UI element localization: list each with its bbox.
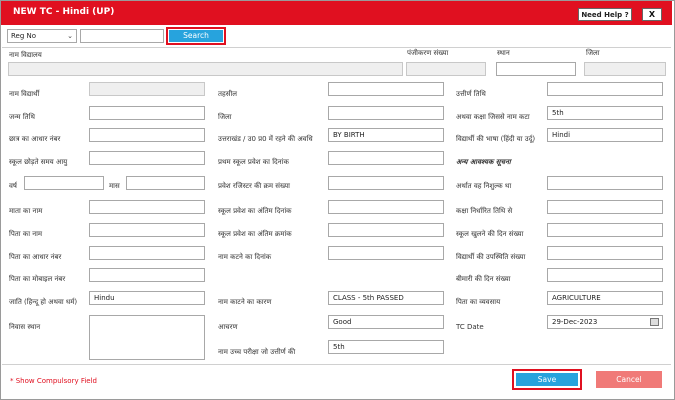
registration-no-field <box>406 62 486 76</box>
class-fixed-date-input[interactable] <box>547 200 663 214</box>
admission-register-no-input[interactable] <box>328 176 444 190</box>
name-struck-reason-input[interactable]: CLASS - 5th PASSED <box>328 291 444 305</box>
mother-name-label: माता का नाम <box>9 207 43 215</box>
admission-register-no-label: प्रवेश रजिस्टर की क्रम संख्या <box>218 182 290 190</box>
caste-label: जाति (हिन्दू हो अथवा धर्म) <box>9 298 78 306</box>
dob-label: जन्म तिथि <box>9 113 35 121</box>
sick-days-input[interactable] <box>547 268 663 282</box>
search-type-select[interactable]: Reg No ⌄ <box>7 29 77 43</box>
search-type-value: Reg No <box>11 32 37 40</box>
residency-period-label: उत्तराखंड / उ0 प्र0 में रहने की अवधि <box>218 135 313 143</box>
higher-exam-input[interactable]: 5th <box>328 340 444 354</box>
language-label: विद्यार्थी की भाषा (हिंदी या उर्दू) <box>456 135 536 143</box>
first-admission-date-input[interactable] <box>328 151 444 165</box>
father-occupation-input[interactable]: AGRICULTURE <box>547 291 663 305</box>
footer-divider <box>2 364 671 365</box>
aadhar-label: छात्र का आधार नंबर <box>9 135 61 143</box>
save-button[interactable]: Save <box>516 373 578 386</box>
month-input[interactable] <box>126 176 205 190</box>
last-admission-date-input[interactable] <box>328 200 444 214</box>
age-leaving-input[interactable] <box>89 151 205 165</box>
student-name-field <box>89 82 205 96</box>
first-admission-date-label: प्रथम स्कूल प्रवेश का दिनांक <box>218 158 289 166</box>
window-title: NEW TC - Hindi (UP) <box>13 7 115 17</box>
caste-input[interactable]: Hindu <box>89 291 205 305</box>
mother-name-input[interactable] <box>89 200 205 214</box>
father-name-input[interactable] <box>89 223 205 237</box>
last-admission-date-label: स्कूल प्रवेश का अंतिम दिनांक <box>218 207 292 215</box>
calendar-icon[interactable] <box>650 318 659 326</box>
school-name-field <box>8 62 403 76</box>
cancel-button[interactable]: Cancel <box>596 371 662 388</box>
age-leaving-label: स्कूल छोड़ते समय आयु <box>9 158 68 166</box>
save-button-highlight: Save <box>512 369 582 390</box>
month-label: मास <box>109 182 120 190</box>
attendance-days-input[interactable] <box>547 246 663 260</box>
district-label: जिला <box>586 49 600 57</box>
sick-days-label: बीमारी की दिन संख्या <box>456 275 511 283</box>
class-struck-input[interactable]: 5th <box>547 106 663 120</box>
higher-exam-label: नाम उच्च परीक्षा जो उत्तीर्ण की <box>218 348 296 356</box>
last-admission-no-input[interactable] <box>328 223 444 237</box>
language-input[interactable]: Hindi <box>547 128 663 142</box>
father-occupation-label: पिता का व्यवसाय <box>456 298 501 306</box>
last-admission-no-label: स्कूल प्रवेश का अंतिम क्रमांक <box>218 230 292 238</box>
compulsory-field-note[interactable]: * Show Compulsory Field <box>10 377 97 385</box>
residency-period-input[interactable]: BY BIRTH <box>328 128 444 142</box>
dob-input[interactable] <box>89 106 205 120</box>
name-struck-reason-label: नाम काटने का कारण <box>218 298 272 306</box>
pass-date-input[interactable] <box>547 82 663 96</box>
other-info-heading: अन्य आवश्यक सूचना <box>456 158 511 166</box>
class-struck-label: अथवा कक्षा जिससे नाम कटा <box>456 113 530 121</box>
search-input[interactable] <box>80 29 164 43</box>
col2-district-label: जिला <box>218 113 232 121</box>
search-button[interactable]: Search <box>169 30 223 42</box>
residence-textarea[interactable] <box>89 315 205 360</box>
father-name-label: पिता का नाम <box>9 230 43 238</box>
absent-period-input[interactable] <box>547 176 663 190</box>
father-aadhar-label: पिता का आधार नंबर <box>9 253 62 261</box>
father-mobile-label: पिता का मोबाइल नंबर <box>9 275 66 283</box>
search-button-highlight: Search <box>166 27 226 45</box>
need-help-button[interactable]: Need Help ? <box>578 8 632 21</box>
close-button[interactable]: X <box>642 8 662 21</box>
tehsil-input[interactable] <box>328 82 444 96</box>
title-bar: NEW TC - Hindi (UP) Need Help ? X <box>1 1 672 25</box>
school-name-label: नाम विद्यालय <box>9 51 42 59</box>
class-fixed-date-label: कक्षा निर्धारित तिथि से <box>456 207 513 215</box>
school-open-days-input[interactable] <box>547 223 663 237</box>
residence-label: निवास स्थान <box>9 323 41 331</box>
name-struck-date-label: नाम कटने का दिनांक <box>218 253 272 261</box>
divider <box>2 47 671 48</box>
name-struck-date-input[interactable] <box>328 246 444 260</box>
col2-district-input[interactable] <box>328 106 444 120</box>
father-aadhar-input[interactable] <box>89 246 205 260</box>
pass-date-label: उत्तीर्ण तिथि <box>456 90 486 98</box>
aadhar-input[interactable] <box>89 128 205 142</box>
tc-date-input[interactable]: 29-Dec-2023 <box>547 315 663 329</box>
year-label: वर्ष <box>9 182 17 190</box>
place-label: स्थान <box>497 49 510 57</box>
school-open-days-label: स्कूल खुलने की दिन संख्या <box>456 230 524 238</box>
absent-period-label: अर्थात वह निशुल्क था <box>456 182 512 190</box>
district-field <box>584 62 666 76</box>
chevron-down-icon: ⌄ <box>67 32 73 40</box>
father-mobile-input[interactable] <box>89 268 205 282</box>
registration-no-label: पंजीकरण संख्या <box>407 49 449 57</box>
attendance-days-label: विद्यार्थी की उपस्थिति संख्या <box>456 253 526 261</box>
student-name-label: नाम विद्यार्थी <box>9 90 40 98</box>
conduct-input[interactable]: Good <box>328 315 444 329</box>
tehsil-label: तहसील <box>218 90 237 98</box>
year-input[interactable] <box>24 176 104 190</box>
tc-date-value: 29-Dec-2023 <box>552 318 598 326</box>
place-input[interactable] <box>496 62 576 76</box>
conduct-label: आचरण <box>218 323 238 331</box>
tc-date-label: TC Date <box>456 323 484 331</box>
